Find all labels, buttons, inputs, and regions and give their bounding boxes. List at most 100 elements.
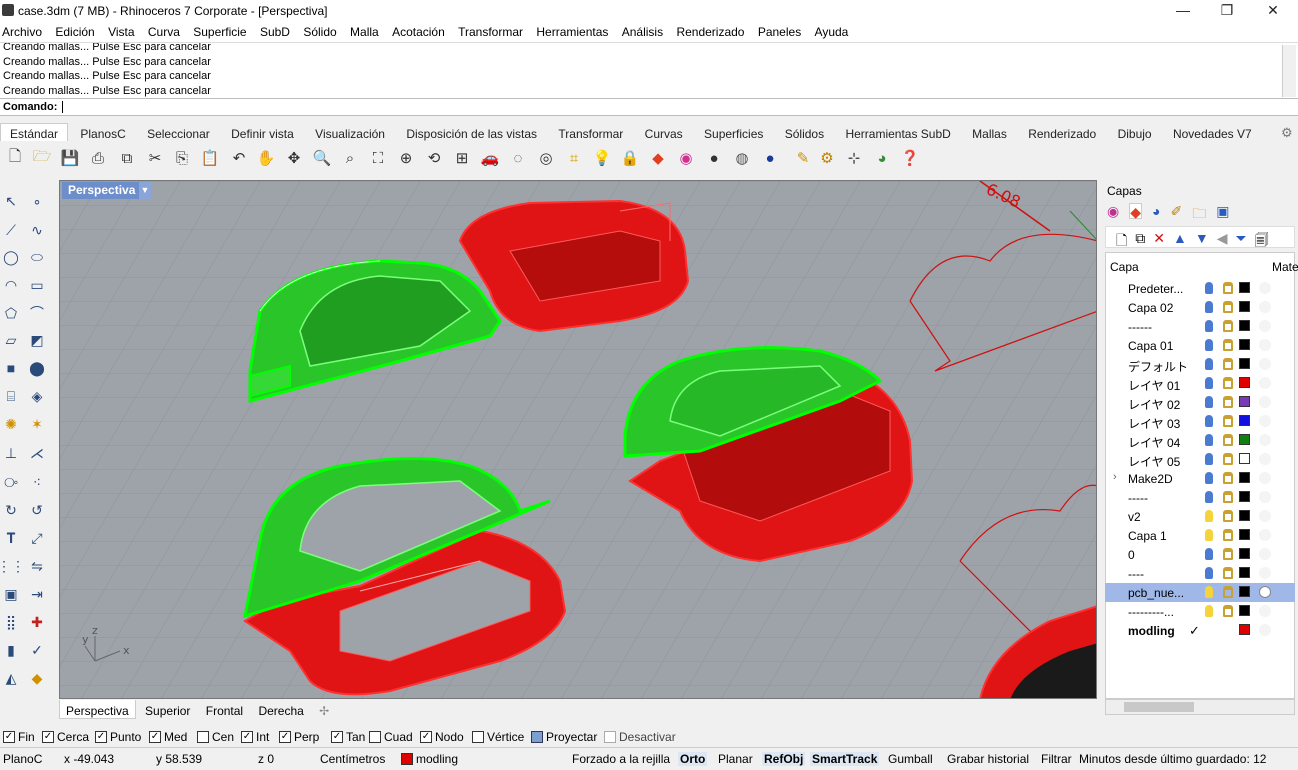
trim-icon[interactable]: ⊥ — [0, 442, 22, 464]
pan-icon[interactable]: ✋ — [255, 147, 277, 169]
viewtab-derecha[interactable]: Derecha — [252, 700, 309, 718]
open-icon[interactable]: 🗁 — [31, 147, 53, 169]
sphere-icon[interactable]: ◍ — [731, 147, 753, 169]
scroll-thumb[interactable] — [1124, 702, 1194, 712]
osnap-checkbox[interactable]: ✓ — [420, 731, 432, 743]
layer-material-swatch[interactable] — [1259, 605, 1271, 617]
polygon-icon[interactable]: ⬠ — [0, 302, 22, 324]
osnap-checkbox[interactable]: ✓ — [331, 731, 343, 743]
filter-icon[interactable]: ⏷ — [1236, 230, 1247, 246]
layer-color-swatch[interactable] — [1239, 339, 1250, 350]
menu-edicion[interactable]: Edición — [50, 22, 99, 39]
menu-malla[interactable]: Malla — [345, 22, 384, 39]
layer-color-swatch[interactable] — [1239, 320, 1250, 331]
lock-icon[interactable] — [1223, 472, 1233, 484]
layer-icon[interactable]: ◆ — [647, 147, 669, 169]
visibility-bulb-icon[interactable] — [1205, 548, 1213, 560]
tab-definir-vista[interactable]: Definir vista — [222, 124, 303, 141]
curve-icon[interactable]: ∿ — [26, 219, 48, 241]
visibility-bulb-icon[interactable] — [1205, 605, 1213, 617]
osnap-checkbox[interactable]: ✓ — [42, 731, 54, 743]
layer-name[interactable]: レイヤ 03 — [1128, 415, 1198, 432]
filter-toggle[interactable]: Filtrar — [1041, 752, 1072, 766]
display-tab-icon[interactable]: ▣ — [1216, 203, 1229, 219]
viewtab-perspectiva[interactable]: Perspectiva — [59, 700, 136, 719]
visibility-bulb-icon[interactable] — [1205, 491, 1213, 503]
layer-name[interactable]: Make2D — [1128, 472, 1198, 486]
visibility-bulb-icon[interactable] — [1205, 529, 1213, 541]
lock-icon[interactable] — [1223, 339, 1233, 351]
layer-material-swatch[interactable] — [1259, 491, 1271, 503]
layer-name[interactable]: レイヤ 01 — [1128, 377, 1198, 394]
layer-tab-icon[interactable]: ◆ — [1129, 203, 1142, 220]
four-viewports-icon[interactable]: ⊞ — [451, 147, 473, 169]
layer-color-swatch[interactable] — [1239, 415, 1250, 426]
visibility-bulb-icon[interactable] — [1205, 472, 1213, 484]
lock-icon[interactable] — [1223, 358, 1233, 370]
layer-material-swatch[interactable] — [1259, 548, 1271, 560]
osnap-tan[interactable]: ✓ Tan — [331, 730, 365, 744]
osnap-vrtice[interactable]: Vértice — [472, 730, 524, 744]
check-icon[interactable]: ✓ — [26, 639, 48, 661]
zoom-selected-icon[interactable]: ⊕ — [395, 147, 417, 169]
snap-icon[interactable]: ⌗ — [563, 147, 585, 169]
layer-name[interactable]: v2 — [1128, 510, 1198, 524]
layer-material-swatch[interactable] — [1259, 624, 1271, 636]
block-icon[interactable]: ▣ — [0, 583, 22, 605]
layer-color-swatch[interactable] — [1239, 548, 1250, 559]
layer-color-swatch[interactable] — [1239, 453, 1250, 464]
expand-chevron-icon[interactable]: › — [1113, 471, 1117, 483]
tab-seleccionar[interactable]: Seleccionar — [138, 124, 219, 141]
tab-transformar[interactable]: Transformar — [549, 124, 632, 141]
layer-material-swatch[interactable] — [1259, 301, 1271, 313]
close-button[interactable]: ✕ — [1250, 0, 1296, 22]
ortho-toggle[interactable]: Orto — [678, 752, 708, 766]
layer-row[interactable]: レイヤ 04 — [1105, 431, 1295, 450]
layer-name[interactable]: ---------... — [1128, 605, 1198, 619]
new-icon[interactable]: 🗋 — [4, 147, 26, 169]
smarttrack-toggle[interactable]: SmartTrack — [810, 752, 880, 766]
mirror-icon[interactable]: ⇋ — [26, 555, 48, 577]
tab-estandar[interactable]: Estándar — [0, 123, 69, 141]
light-icon[interactable]: 💡 — [591, 147, 613, 169]
layer-material-swatch[interactable] — [1259, 339, 1271, 351]
menu-transformar[interactable]: Transformar — [453, 22, 528, 39]
explode-icon[interactable]: ✶ — [26, 413, 48, 435]
layer-row[interactable]: レイヤ 02 — [1105, 393, 1295, 412]
rotate-view-icon[interactable]: ⟲ — [423, 147, 445, 169]
viewtab-superior[interactable]: Superior — [139, 700, 196, 718]
tab-superficies[interactable]: Superficies — [695, 124, 772, 141]
arc-icon[interactable]: ◠ — [0, 274, 22, 296]
visibility-bulb-icon[interactable] — [1205, 434, 1213, 446]
shade-icon[interactable]: ✎ — [792, 147, 814, 169]
column-layer-header[interactable]: Capa — [1110, 260, 1139, 274]
zoom-extents-icon[interactable]: ⛶ — [367, 147, 389, 169]
osnap-int[interactable]: ✓ Int — [241, 730, 269, 744]
layer-row[interactable]: Capa 01 — [1105, 336, 1295, 355]
layer-material-swatch[interactable] — [1259, 529, 1271, 541]
layer-name[interactable]: modling — [1128, 624, 1198, 638]
osnap-checkbox[interactable]: ✓ — [241, 731, 253, 743]
move-up-icon[interactable]: ▲ — [1173, 230, 1187, 246]
cut-icon[interactable]: ✂ — [144, 147, 166, 169]
menu-herramientas[interactable]: Herramientas — [531, 22, 613, 39]
print-icon[interactable]: ⎙ — [87, 147, 109, 169]
material-tab-icon[interactable]: ◕ — [1152, 203, 1160, 219]
osnap-checkbox[interactable]: ✓ — [149, 731, 161, 743]
lock-icon[interactable] — [1223, 396, 1233, 408]
layer-material-swatch[interactable] — [1259, 282, 1271, 294]
osnap-desactivar[interactable]: Desactivar — [604, 730, 676, 744]
layer-name[interactable]: Predeter... — [1128, 282, 1198, 296]
gumball-toggle[interactable]: Gumball — [888, 752, 933, 766]
layer-color-swatch[interactable] — [1239, 491, 1250, 502]
dimension-icon[interactable]: ⤢ — [26, 527, 48, 549]
osnap-checkbox[interactable] — [531, 731, 543, 743]
color-wheel-icon[interactable]: ◉ — [675, 147, 697, 169]
visibility-bulb-icon[interactable] — [1205, 453, 1213, 465]
visibility-bulb-icon[interactable] — [1205, 301, 1213, 313]
mesh-icon[interactable]: ◈ — [26, 385, 48, 407]
scale-icon[interactable]: ↺ — [26, 499, 48, 521]
menu-archivo[interactable]: Archivo — [0, 22, 47, 39]
layer-row[interactable]: ------ — [1105, 317, 1295, 336]
lock-icon[interactable]: 🔒 — [619, 147, 641, 169]
